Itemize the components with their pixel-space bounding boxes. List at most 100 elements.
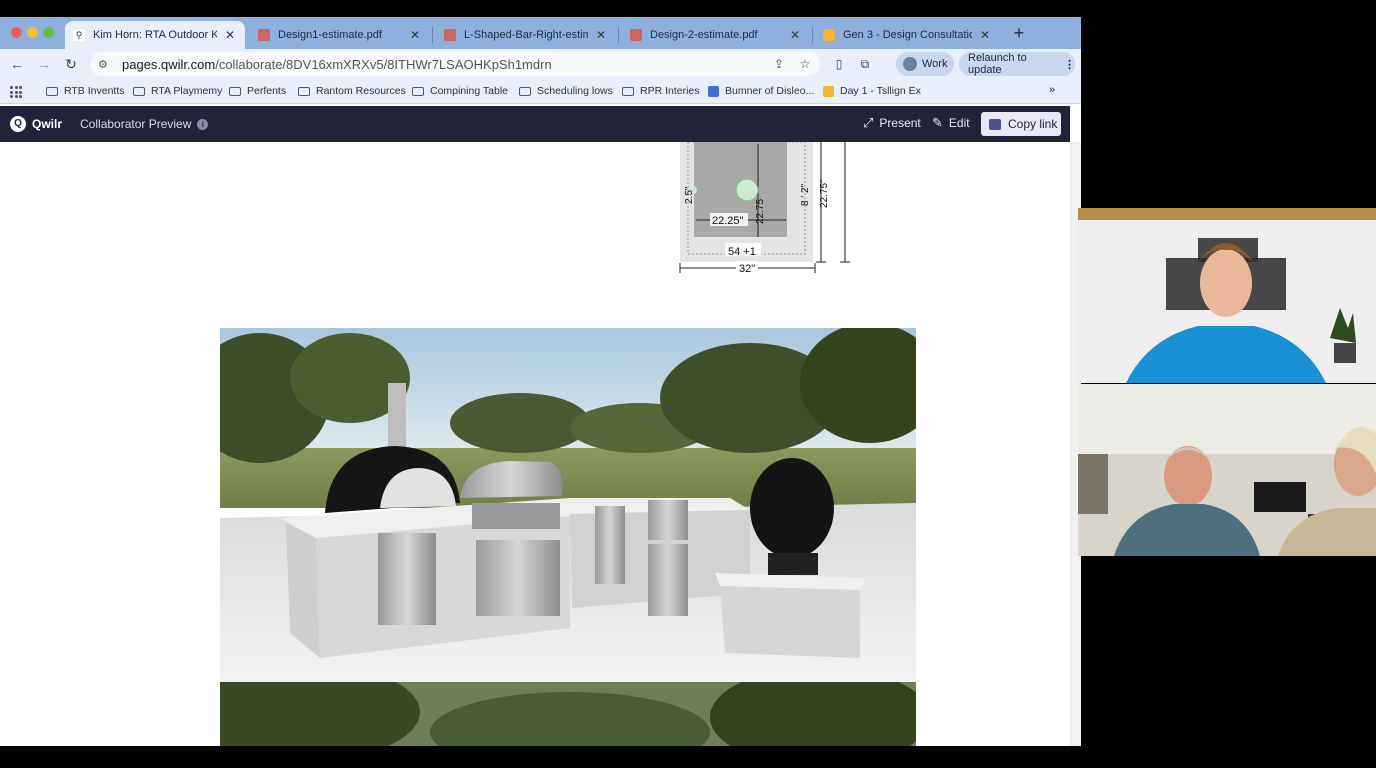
folder-icon bbox=[519, 86, 531, 96]
bookmark-folder[interactable]: Rantom Resources bbox=[298, 85, 406, 97]
bookmark-folder[interactable]: RTB Inventts bbox=[46, 85, 125, 97]
maximize-window-button[interactable] bbox=[43, 27, 54, 38]
bookmark-folder[interactable]: RPR Interies bbox=[622, 85, 700, 97]
bookmark-label: Perfents bbox=[247, 85, 287, 97]
bookmarks-bar: RTB Inventts RTA Playmemy Perfents Ranto… bbox=[0, 79, 1081, 104]
bookmark-label: Bumner of Disleo... bbox=[725, 85, 815, 97]
screen: ⚲ Kim Horn: RTA Outdoor Kitch ✕ Design1-… bbox=[0, 0, 1376, 768]
dimension-label: 22.25" bbox=[712, 215, 744, 227]
calendar-icon bbox=[823, 29, 835, 41]
folder-icon bbox=[229, 86, 241, 96]
tab-separator bbox=[618, 27, 619, 43]
new-tab-button[interactable]: + bbox=[1010, 23, 1028, 43]
more-menu-icon[interactable]: ⋮ bbox=[1064, 58, 1075, 71]
tab-title: Gen 3 - Design Consultation bbox=[843, 29, 972, 41]
forward-arrow-icon[interactable]: → bbox=[35, 55, 53, 73]
tab-l-shaped-bar[interactable]: L-Shaped-Bar-Right-estimat ✕ bbox=[436, 21, 616, 49]
close-window-button[interactable] bbox=[11, 27, 22, 38]
bookmark-label: Compining Table bbox=[430, 85, 509, 97]
close-icon[interactable]: ✕ bbox=[788, 28, 802, 42]
tab-gen3-design-consultation[interactable]: Gen 3 - Design Consultation ✕ bbox=[815, 21, 1000, 49]
minimize-window-button[interactable] bbox=[27, 27, 38, 38]
bookmark-label: RTB Inventts bbox=[64, 85, 125, 97]
edit-label: Edit bbox=[948, 116, 970, 130]
pencil-icon: ✎ bbox=[932, 115, 943, 130]
close-icon[interactable]: ✕ bbox=[594, 28, 608, 42]
tab-design1-estimate[interactable]: Design1-estimate.pdf ✕ bbox=[250, 21, 430, 49]
pdf-icon bbox=[444, 29, 456, 41]
edit-button[interactable]: ✎ Edit bbox=[932, 115, 970, 131]
pdf-icon bbox=[258, 29, 270, 41]
bookmark-label: Scheduling lows bbox=[537, 85, 613, 97]
copy-link-button[interactable]: Copy link bbox=[981, 112, 1061, 136]
collaborator-preview-label: Collaborator Preview bbox=[80, 117, 192, 131]
bookmark-folder[interactable]: Perfents bbox=[229, 85, 286, 97]
address-bar[interactable]: ⚙ pages.qwilr.com/collaborate/8DV16xmXRX… bbox=[90, 52, 820, 76]
rta-favicon-icon: ⚲ bbox=[73, 29, 85, 41]
browser-window: ⚲ Kim Horn: RTA Outdoor Kitch ✕ Design1-… bbox=[0, 17, 1081, 746]
relaunch-button[interactable]: Relaunch to update ⋮ bbox=[959, 52, 1075, 76]
dimension-label: 54 +1 bbox=[728, 246, 756, 258]
profile-button[interactable]: Work bbox=[896, 52, 954, 76]
dimension-label: 2.5" bbox=[684, 186, 695, 204]
bookmark-item[interactable]: Day 1 - Tsllign Ex bbox=[823, 85, 921, 97]
close-icon[interactable]: ✕ bbox=[408, 28, 422, 42]
tab-title: Kim Horn: RTA Outdoor Kitch bbox=[93, 29, 217, 41]
folder-icon bbox=[46, 86, 58, 96]
bookmark-label: Day 1 - Tsllign Ex bbox=[840, 85, 921, 97]
tab-title: L-Shaped-Bar-Right-estimat bbox=[464, 29, 588, 41]
url-host: pages.qwilr.com bbox=[122, 56, 216, 72]
apps-grid-icon[interactable] bbox=[10, 86, 22, 98]
tab-design2-estimate[interactable]: Design-2-estimate.pdf ✕ bbox=[622, 21, 810, 49]
share-icon[interactable]: ⇪ bbox=[772, 57, 786, 71]
star-icon[interactable]: ☆ bbox=[798, 57, 812, 71]
browser-toolbar: ← → ↻ ⚙ pages.qwilr.com/collaborate/8DV1… bbox=[0, 49, 1081, 79]
calendar-icon bbox=[823, 85, 834, 97]
expand-icon: ⤢ bbox=[863, 115, 874, 130]
close-icon[interactable]: ✕ bbox=[223, 28, 237, 42]
folder-icon bbox=[622, 86, 634, 96]
info-icon[interactable]: i bbox=[197, 118, 209, 130]
present-label: Present bbox=[879, 116, 921, 130]
tab-separator bbox=[812, 27, 813, 43]
bookmark-label: Rantom Resources bbox=[316, 85, 406, 97]
folder-icon bbox=[412, 86, 424, 96]
relaunch-label: Relaunch to update bbox=[968, 52, 1027, 76]
profile-label: Work bbox=[922, 58, 948, 70]
bookmark-label: RTA Playmemy bbox=[151, 85, 223, 97]
url-path: /collaborate/8DV16xmXRXv5/8ITHWr7LSAOHKp… bbox=[215, 56, 552, 72]
bookmark-folder[interactable]: Compining Table bbox=[412, 85, 508, 97]
doc-icon bbox=[708, 85, 719, 97]
bookmark-folder[interactable]: Scheduling lows bbox=[519, 85, 613, 97]
copy-link-icon bbox=[989, 118, 1001, 130]
bookmark-label: RPR Interies bbox=[640, 85, 700, 97]
extensions-icon[interactable]: ⧉ bbox=[858, 57, 872, 71]
back-arrow-icon[interactable]: ← bbox=[8, 55, 26, 73]
qwilr-logo-icon: Q bbox=[10, 116, 26, 132]
copy-link-label: Copy link bbox=[1008, 117, 1058, 131]
kitchen-render-image bbox=[220, 328, 916, 682]
more-bookmarks-icon[interactable]: » bbox=[1049, 84, 1055, 96]
tab-separator bbox=[432, 27, 433, 43]
tab-title: Design1-estimate.pdf bbox=[278, 29, 382, 41]
brand-name: Qwilr bbox=[32, 117, 63, 131]
tab-title: Design-2-estimate.pdf bbox=[650, 29, 758, 41]
avatar bbox=[903, 57, 917, 71]
bookmark-folder[interactable]: RTA Playmemy bbox=[133, 85, 222, 97]
present-button[interactable]: ⤢ Present bbox=[863, 115, 921, 131]
dimension-label: 8 ' 2" bbox=[800, 183, 811, 206]
dimension-drawing: 22.25" 54 +1 32" 2.5" 22.75 8 ' 2" 22.75… bbox=[679, 142, 850, 275]
tab-kim-horn[interactable]: ⚲ Kim Horn: RTA Outdoor Kitch ✕ bbox=[65, 21, 245, 49]
site-settings-icon[interactable]: ⚙ bbox=[98, 58, 114, 71]
bookmark-item[interactable]: Bumner of Disleo... bbox=[708, 85, 814, 97]
side-panel-icon[interactable]: ▯ bbox=[832, 57, 846, 71]
url-text[interactable]: pages.qwilr.com/collaborate/8DV16xmXRXv5… bbox=[122, 57, 552, 72]
dimension-label: 32" bbox=[739, 263, 755, 275]
kitchen-render-image-2 bbox=[220, 682, 916, 746]
reload-icon[interactable]: ↻ bbox=[62, 55, 80, 73]
close-icon[interactable]: ✕ bbox=[978, 28, 992, 42]
video-tile-clients bbox=[1078, 384, 1376, 556]
folder-icon bbox=[133, 86, 145, 96]
qwilr-header: Q Qwilr Collaborator Preview i ⤢ Present… bbox=[0, 106, 1070, 142]
video-tile-presenter bbox=[1078, 208, 1376, 383]
